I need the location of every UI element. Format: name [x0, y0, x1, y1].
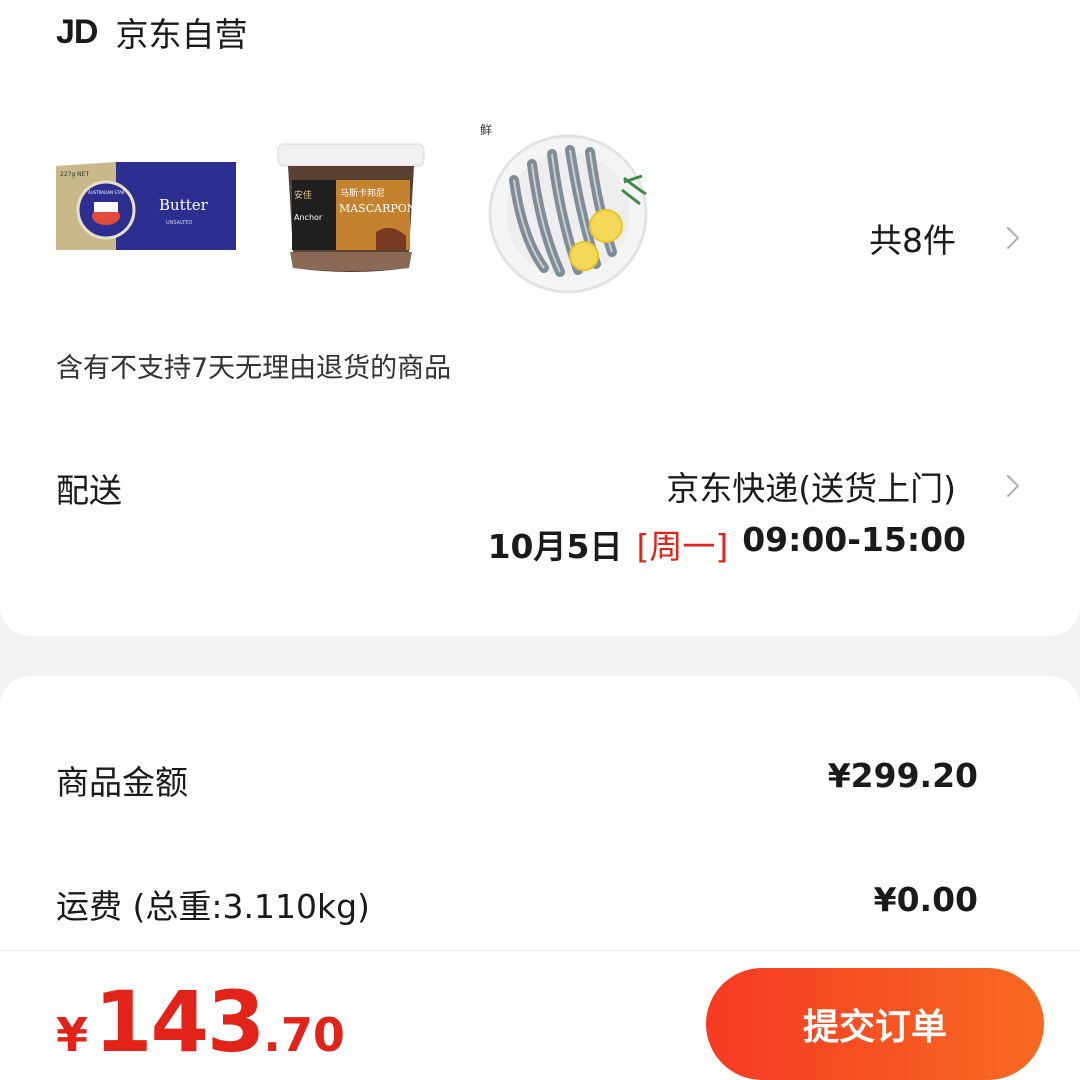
total-integer: 143	[94, 973, 265, 1071]
delivery-time-window: 09:00-15:00	[742, 520, 966, 559]
butter-weight-label: 227g NET	[60, 171, 89, 178]
item-count-link[interactable]: 共8件	[869, 214, 1020, 262]
total-price: ¥ 143 .70	[56, 980, 345, 1064]
mascarpone-cn-brand: 安佳	[294, 189, 312, 201]
mascarpone-cn-label: 马斯卡邦尼	[340, 187, 385, 199]
svg-text:鲜: 鲜	[480, 123, 492, 137]
butter-seal-label: AUSTRALIAN STAR	[88, 190, 125, 195]
delivery-method: 京东快递(送货上门)	[666, 469, 956, 508]
mascarpone-brand: Anchor	[294, 213, 323, 222]
product-thumbnails[interactable]: Butter UNSALTED 227g NET AUSTRALIAN STAR…	[56, 118, 676, 298]
butter-label: Butter	[159, 196, 209, 214]
shop-name: 京东自营	[115, 15, 248, 54]
goods-amount-label: 商品金额	[56, 763, 188, 802]
footer-divider	[0, 950, 1080, 951]
jd-logo: JD	[56, 12, 98, 51]
currency-symbol: ¥	[56, 1008, 89, 1062]
mascarpone-label: MASCARPONE	[339, 202, 424, 215]
shrimp-plate-image[interactable]: 鲜	[474, 118, 654, 298]
chevron-right-icon	[996, 474, 1020, 498]
butter-sub-label: UNSALTED	[166, 220, 192, 226]
return-policy-notice: 含有不支持7天无理由退货的商品	[56, 353, 452, 384]
chevron-right-icon	[996, 226, 1020, 250]
delivery-weekday: [周一]	[636, 527, 729, 566]
item-count: 共8件	[869, 221, 956, 260]
goods-amount-value: ¥299.20	[827, 756, 978, 795]
delivery-label: 配送	[56, 471, 122, 510]
delivery-method-selector[interactable]: 京东快递(送货上门)	[666, 462, 1020, 510]
butter-box-image[interactable]: Butter UNSALTED 227g NET AUSTRALIAN STAR	[56, 162, 236, 254]
order-card: JD 京东自营 Butter UNSALTED 227g NET AUSTRAL…	[0, 0, 1080, 636]
delivery-date: 10月5日	[487, 527, 623, 566]
mascarpone-tub-image[interactable]: 马斯卡邦尼 MASCARPONE 安佳 Anchor	[276, 140, 426, 276]
shipping-value: ¥0.00	[873, 880, 978, 919]
total-decimal: .70	[263, 1008, 345, 1062]
shop-header: JD 京东自营	[56, 10, 248, 55]
delivery-time[interactable]: 10月5日 [周一] 09:00-15:00	[488, 520, 966, 568]
submit-order-button[interactable]: 提交订单	[706, 968, 1044, 1080]
shipping-label: 运费 (总重:3.110kg)	[56, 887, 370, 926]
